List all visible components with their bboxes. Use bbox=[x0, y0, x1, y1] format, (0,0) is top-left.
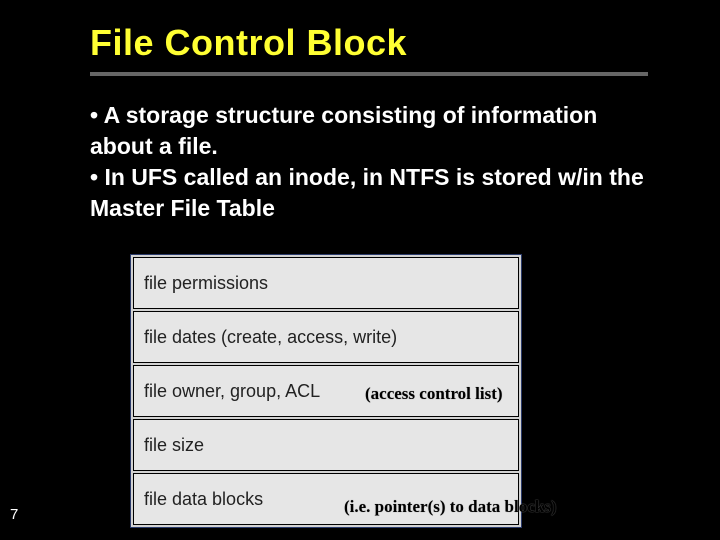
annotation-acl: (access control list) bbox=[365, 384, 503, 404]
fcb-row-label: file data blocks bbox=[144, 489, 263, 510]
fcb-row-label: file dates (create, access, write) bbox=[144, 327, 397, 348]
bullet-list: • A storage structure consisting of info… bbox=[90, 100, 650, 224]
fcb-row-permissions: file permissions bbox=[133, 257, 519, 309]
annotation-pointers: (i.e. pointer(s) to data blocks) bbox=[344, 497, 556, 517]
bullet-item: • In UFS called an inode, in NTFS is sto… bbox=[90, 162, 650, 224]
slide: File Control Block • A storage structure… bbox=[0, 0, 720, 540]
fcb-row-label: file owner, group, ACL bbox=[144, 381, 320, 402]
fcb-row-label: file permissions bbox=[144, 273, 268, 294]
fcb-row-dates: file dates (create, access, write) bbox=[133, 311, 519, 363]
bullet-item: • A storage structure consisting of info… bbox=[90, 100, 650, 162]
fcb-row-size: file size bbox=[133, 419, 519, 471]
title-underline bbox=[90, 72, 648, 76]
page-number: 7 bbox=[10, 506, 18, 523]
slide-title: File Control Block bbox=[90, 22, 407, 64]
fcb-row-label: file size bbox=[144, 435, 204, 456]
